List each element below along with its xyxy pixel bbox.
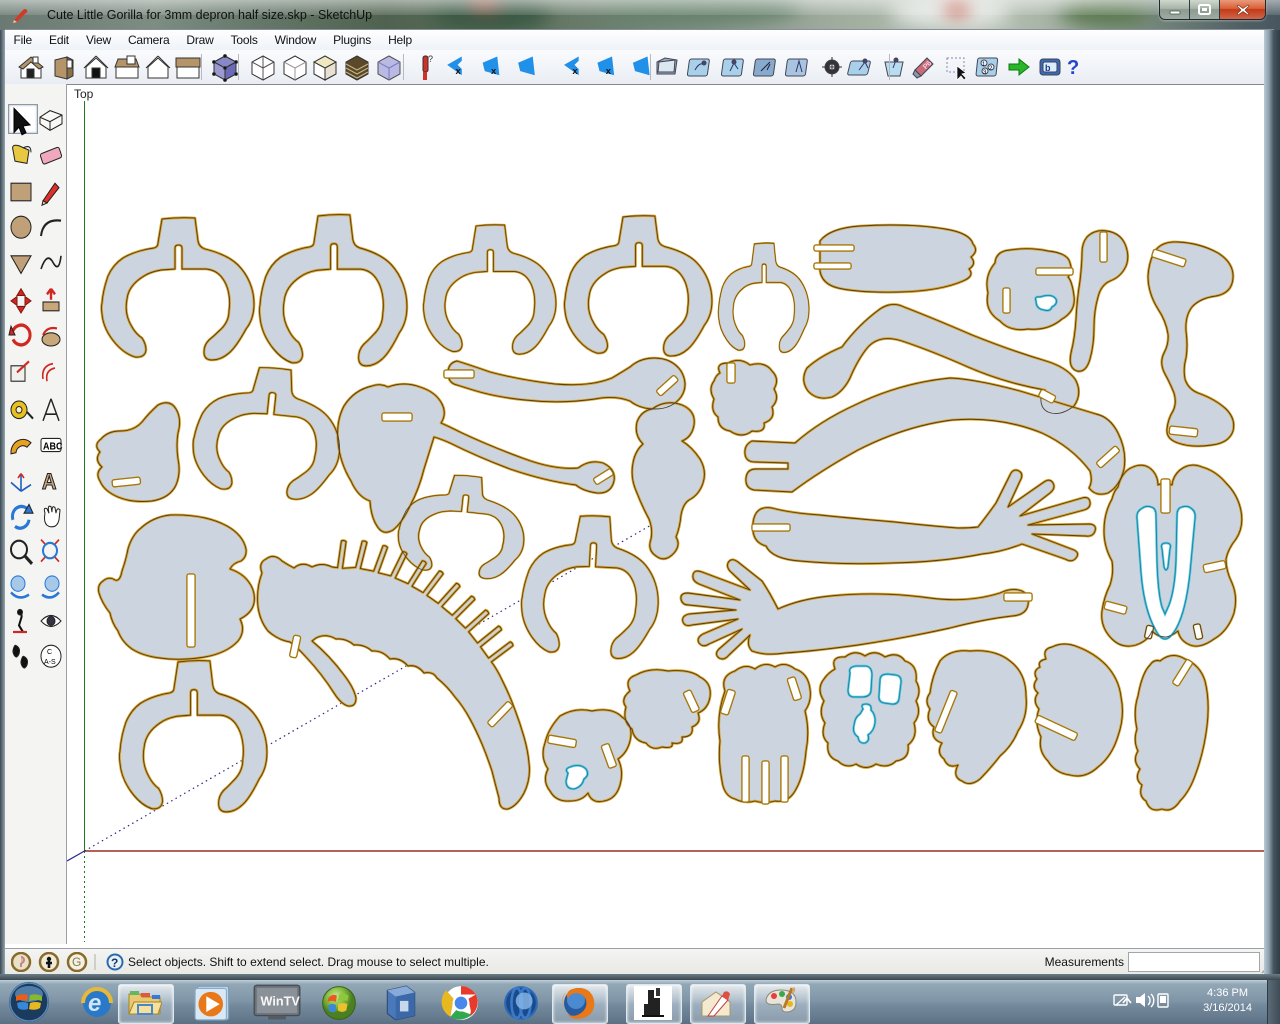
svg-text:A-S: A-S <box>44 657 56 666</box>
svg-text:x: x <box>606 65 612 76</box>
svg-text:ABC: ABC <box>43 441 63 453</box>
svg-text:?: ? <box>428 54 433 64</box>
svg-text:C: C <box>47 647 53 656</box>
svg-text:WinTV: WinTV <box>261 995 301 1009</box>
svg-text:A: A <box>42 470 56 494</box>
svg-text:G: G <box>72 955 81 969</box>
svg-text:x: x <box>572 65 578 76</box>
svg-text:e: e <box>88 990 101 1017</box>
svg-text:b: b <box>1045 63 1051 73</box>
svg-text:x: x <box>456 65 462 76</box>
svg-text:?: ? <box>111 956 118 970</box>
svg-text:?: ? <box>1067 57 1079 79</box>
svg-text:x: x <box>491 65 497 76</box>
